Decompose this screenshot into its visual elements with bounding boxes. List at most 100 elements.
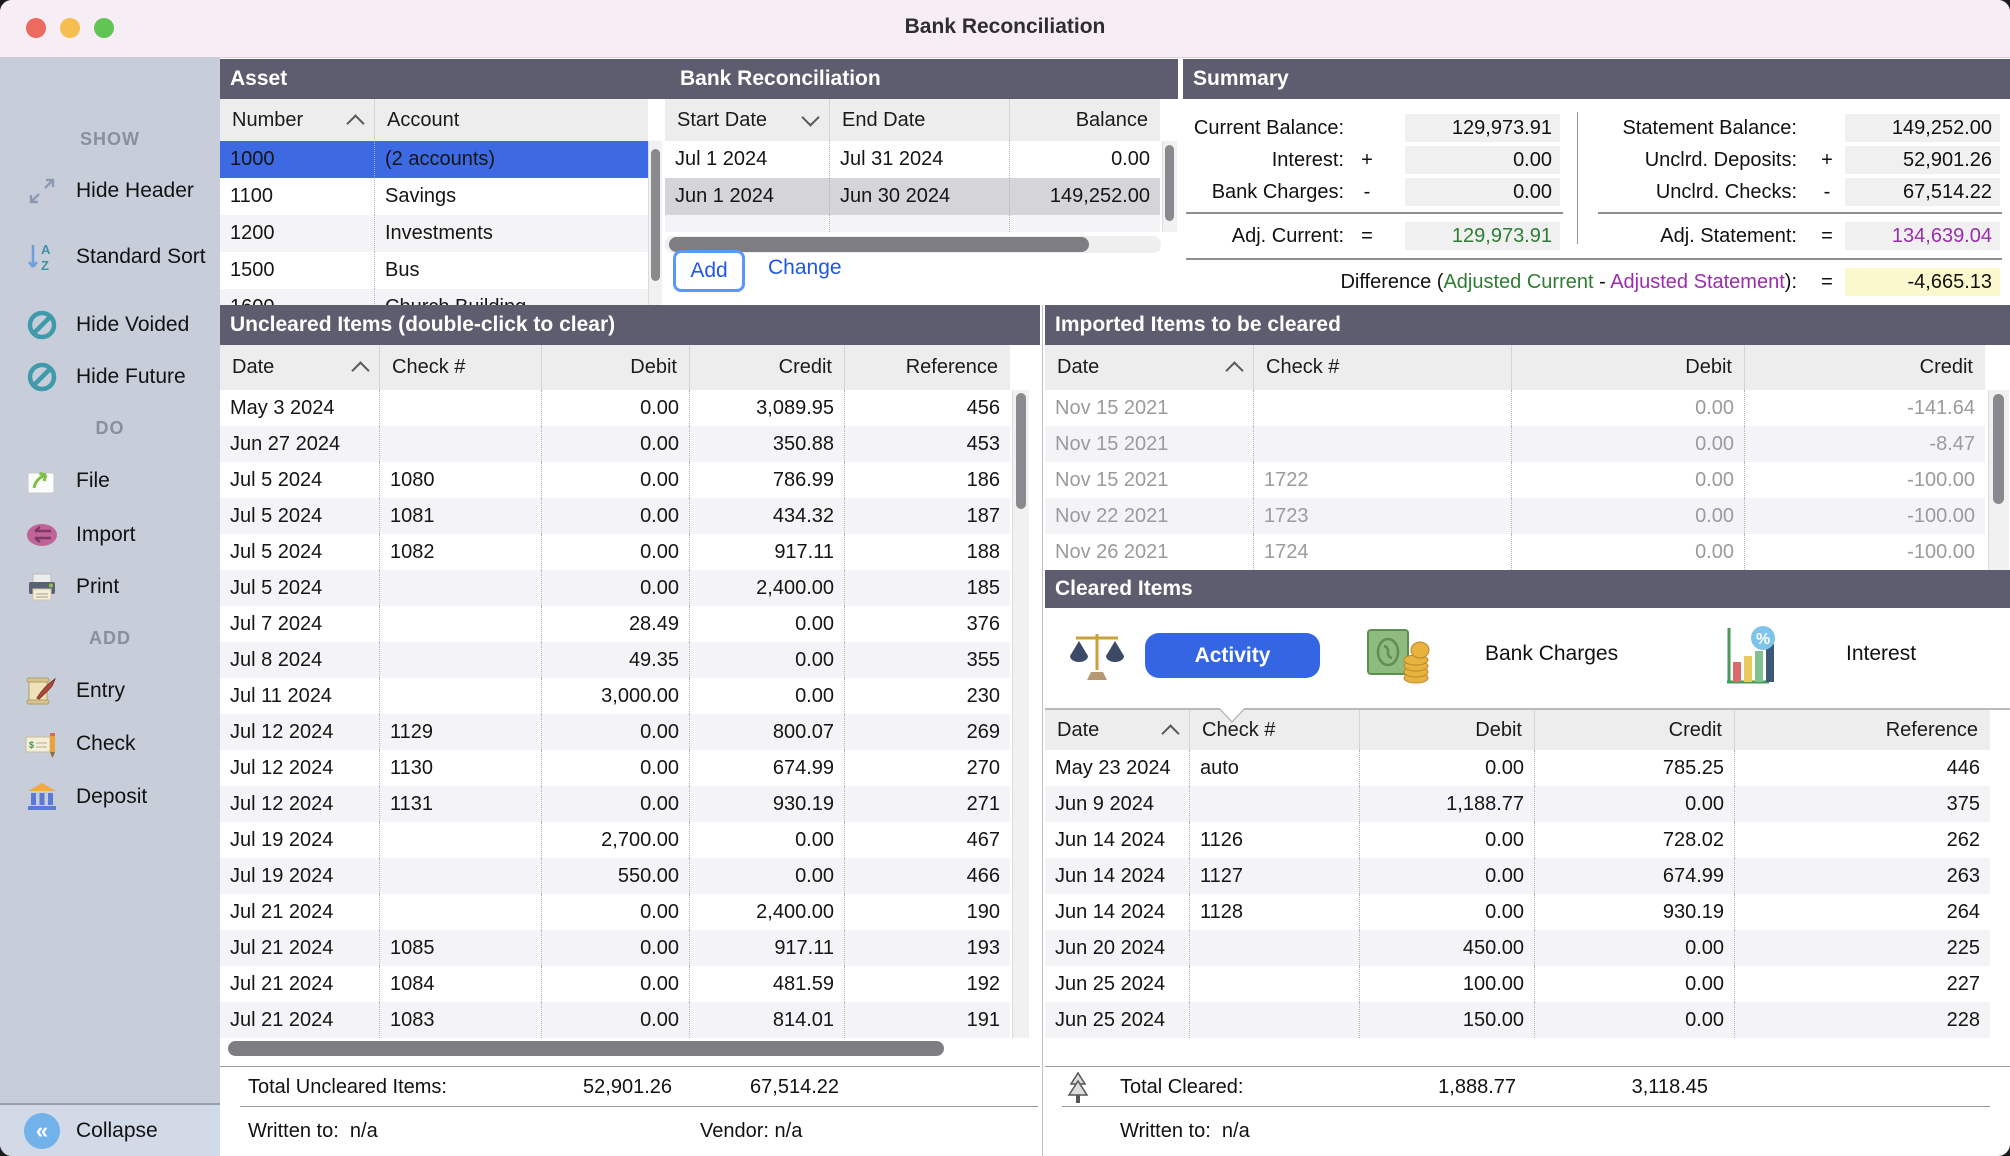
table-row[interactable]: Nov 26 202117240.00-100.00 (1045, 534, 1985, 570)
table-row[interactable]: Jul 8 202449.350.00355 (220, 642, 1010, 678)
cell-date: Jul 12 2024 (220, 714, 380, 750)
column-header-date[interactable]: Date (1045, 710, 1190, 750)
table-row[interactable]: 1500Bus (220, 252, 648, 289)
column-header-number[interactable]: Number (220, 99, 375, 141)
cell-check (380, 390, 542, 426)
change-button[interactable]: Change (768, 256, 842, 280)
cell-date: Jul 21 2024 (220, 930, 380, 966)
tab-bank-charges[interactable]: Bank Charges (1485, 642, 1618, 666)
cell-date: Jun 20 2024 (1045, 930, 1190, 966)
uncleared-horizontal-scrollbar[interactable] (228, 1041, 944, 1056)
column-header-account[interactable]: Account (375, 99, 648, 141)
table-row[interactable]: Nov 22 202117230.00-100.00 (1045, 498, 1985, 534)
table-row[interactable]: Jul 12 202411310.00930.19271 (220, 786, 1010, 822)
column-header-start-date[interactable]: Start Date (665, 99, 830, 141)
table-row[interactable]: Jun 1 2024Jun 30 2024149,252.00 (665, 178, 1160, 215)
sidebar-item-entry[interactable]: Entry (0, 669, 220, 713)
table-row[interactable]: Nov 15 202117220.00-100.00 (1045, 462, 1985, 498)
sidebar-item-hide-header[interactable]: Hide Header (0, 169, 220, 213)
column-header-check[interactable]: Check # (380, 345, 542, 390)
table-row[interactable]: Jun 9 20241,188.770.00375 (1045, 786, 1990, 822)
table-row[interactable]: 1100Savings (220, 178, 648, 215)
table-row[interactable]: Jun 14 202411280.00930.19264 (1045, 894, 1990, 930)
bank-charges-value-field[interactable]: 0.00 (1405, 178, 1560, 206)
interest-value-field[interactable]: 0.00 (1405, 146, 1560, 174)
table-row[interactable]: Nov 15 20210.00-141.64 (1045, 390, 1985, 426)
uncleared-vertical-scrollbar[interactable] (1012, 390, 1029, 1038)
table-row[interactable]: Jul 21 202410850.00917.11193 (220, 930, 1010, 966)
table-row[interactable]: Jul 7 202428.490.00376 (220, 606, 1010, 642)
cell-debit: 0.00 (542, 462, 690, 498)
table-row[interactable]: Jun 27 20240.00350.88453 (220, 426, 1010, 462)
cleared-totals-label: Total Cleared: (1120, 1076, 1243, 1099)
table-row[interactable]: Jun 14 202411260.00728.02262 (1045, 822, 1990, 858)
table-row[interactable]: Nov 15 20210.00-8.47 (1045, 426, 1985, 462)
column-header-debit[interactable]: Debit (1512, 345, 1745, 390)
cell-check: 1127 (1190, 858, 1360, 894)
cell-reference: 375 (1735, 786, 1990, 822)
sidebar-item-standard-sort[interactable]: AZ Standard Sort (0, 221, 220, 293)
tab-interest[interactable]: Interest (1846, 642, 1916, 666)
sidebar-item-deposit[interactable]: Deposit (0, 775, 220, 819)
table-row[interactable]: 1200Investments (220, 215, 648, 252)
table-row[interactable]: Jul 19 20242,700.000.00467 (220, 822, 1010, 858)
table-row[interactable]: May 3 20240.003,089.95456 (220, 390, 1010, 426)
table-row[interactable]: Jun 14 202411270.00674.99263 (1045, 858, 1990, 894)
collapse-button[interactable]: « Collapse (0, 1113, 220, 1149)
sidebar-item-check[interactable]: $ Check (0, 722, 220, 766)
column-header-reference[interactable]: Reference (845, 345, 1010, 390)
vendor-value: n/a (775, 1120, 803, 1142)
tab-activity[interactable]: Activity (1145, 633, 1320, 678)
vendor-label: Vendor: n/a (700, 1120, 802, 1143)
table-row[interactable]: Jul 21 20240.002,400.00190 (220, 894, 1010, 930)
cleared-table-header: Date Check # Debit Credit Reference (1045, 710, 1990, 751)
add-button[interactable]: Add (673, 250, 745, 292)
sidebar-item-hide-voided[interactable]: Hide Voided (0, 303, 220, 347)
asset-table-partial-row: 1600Church Building (220, 289, 648, 305)
sidebar-item-import[interactable]: Import (0, 513, 220, 557)
column-header-date[interactable]: Date (1045, 345, 1254, 390)
table-row[interactable]: Jul 12 202411300.00674.99270 (220, 750, 1010, 786)
cell-check (380, 858, 542, 894)
column-header-date[interactable]: Date (220, 345, 380, 390)
table-row[interactable]: Jul 11 20243,000.000.00230 (220, 678, 1010, 714)
table-row[interactable]: Jul 21 202410830.00814.01191 (220, 1002, 1010, 1038)
table-row[interactable]: Jul 19 2024550.000.00466 (220, 858, 1010, 894)
cell-check (380, 606, 542, 642)
table-row[interactable]: Jun 25 2024100.000.00227 (1045, 966, 1990, 1002)
column-header-check[interactable]: Check # (1190, 710, 1360, 750)
cell-reference: 228 (1735, 1002, 1990, 1038)
column-header-credit[interactable]: Credit (1535, 710, 1735, 750)
imported-table: Nov 15 20210.00-141.64Nov 15 20210.00-8.… (1045, 390, 1985, 570)
cell-check (1254, 426, 1512, 462)
imported-vertical-scrollbar[interactable] (1988, 390, 2009, 570)
column-header-debit[interactable]: Debit (542, 345, 690, 390)
cell-reference: 270 (845, 750, 1010, 786)
sidebar-item-hide-future[interactable]: Hide Future (0, 355, 220, 399)
column-header-debit[interactable]: Debit (1360, 710, 1535, 750)
cell-debit: 450.00 (1360, 930, 1535, 966)
table-row[interactable]: Jul 5 202410820.00917.11188 (220, 534, 1010, 570)
table-row[interactable]: 1600Church Building (220, 289, 648, 305)
cell-date: Jul 5 2024 (220, 462, 380, 498)
table-row[interactable]: Jul 5 202410810.00434.32187 (220, 498, 1010, 534)
column-header-end-date[interactable]: End Date (830, 99, 1010, 141)
sidebar-item-print[interactable]: Print (0, 565, 220, 609)
column-header-credit[interactable]: Credit (1745, 345, 1985, 390)
table-row[interactable]: 1000(2 accounts) (220, 141, 648, 178)
table-row[interactable]: Jun 25 2024150.000.00228 (1045, 1002, 1990, 1038)
column-header-check[interactable]: Check # (1254, 345, 1512, 390)
table-row[interactable]: May 23 2024auto0.00785.25446 (1045, 750, 1990, 786)
table-row[interactable]: Jul 5 202410800.00786.99186 (220, 462, 1010, 498)
no-entry-icon (24, 359, 60, 395)
table-row[interactable]: Jun 20 2024450.000.00225 (1045, 930, 1990, 966)
table-row[interactable]: Jul 1 2024Jul 31 20240.00 (665, 141, 1160, 178)
column-header-credit[interactable]: Credit (690, 345, 845, 390)
asset-vertical-scrollbar[interactable] (648, 141, 662, 305)
column-header-reference[interactable]: Reference (1735, 710, 1990, 750)
sidebar-item-file[interactable]: File (0, 459, 220, 503)
table-row[interactable]: Jul 12 202411290.00800.07269 (220, 714, 1010, 750)
table-row[interactable]: Jul 5 20240.002,400.00185 (220, 570, 1010, 606)
table-row[interactable]: Jul 21 202410840.00481.59192 (220, 966, 1010, 1002)
cell-credit: 0.00 (690, 858, 845, 894)
